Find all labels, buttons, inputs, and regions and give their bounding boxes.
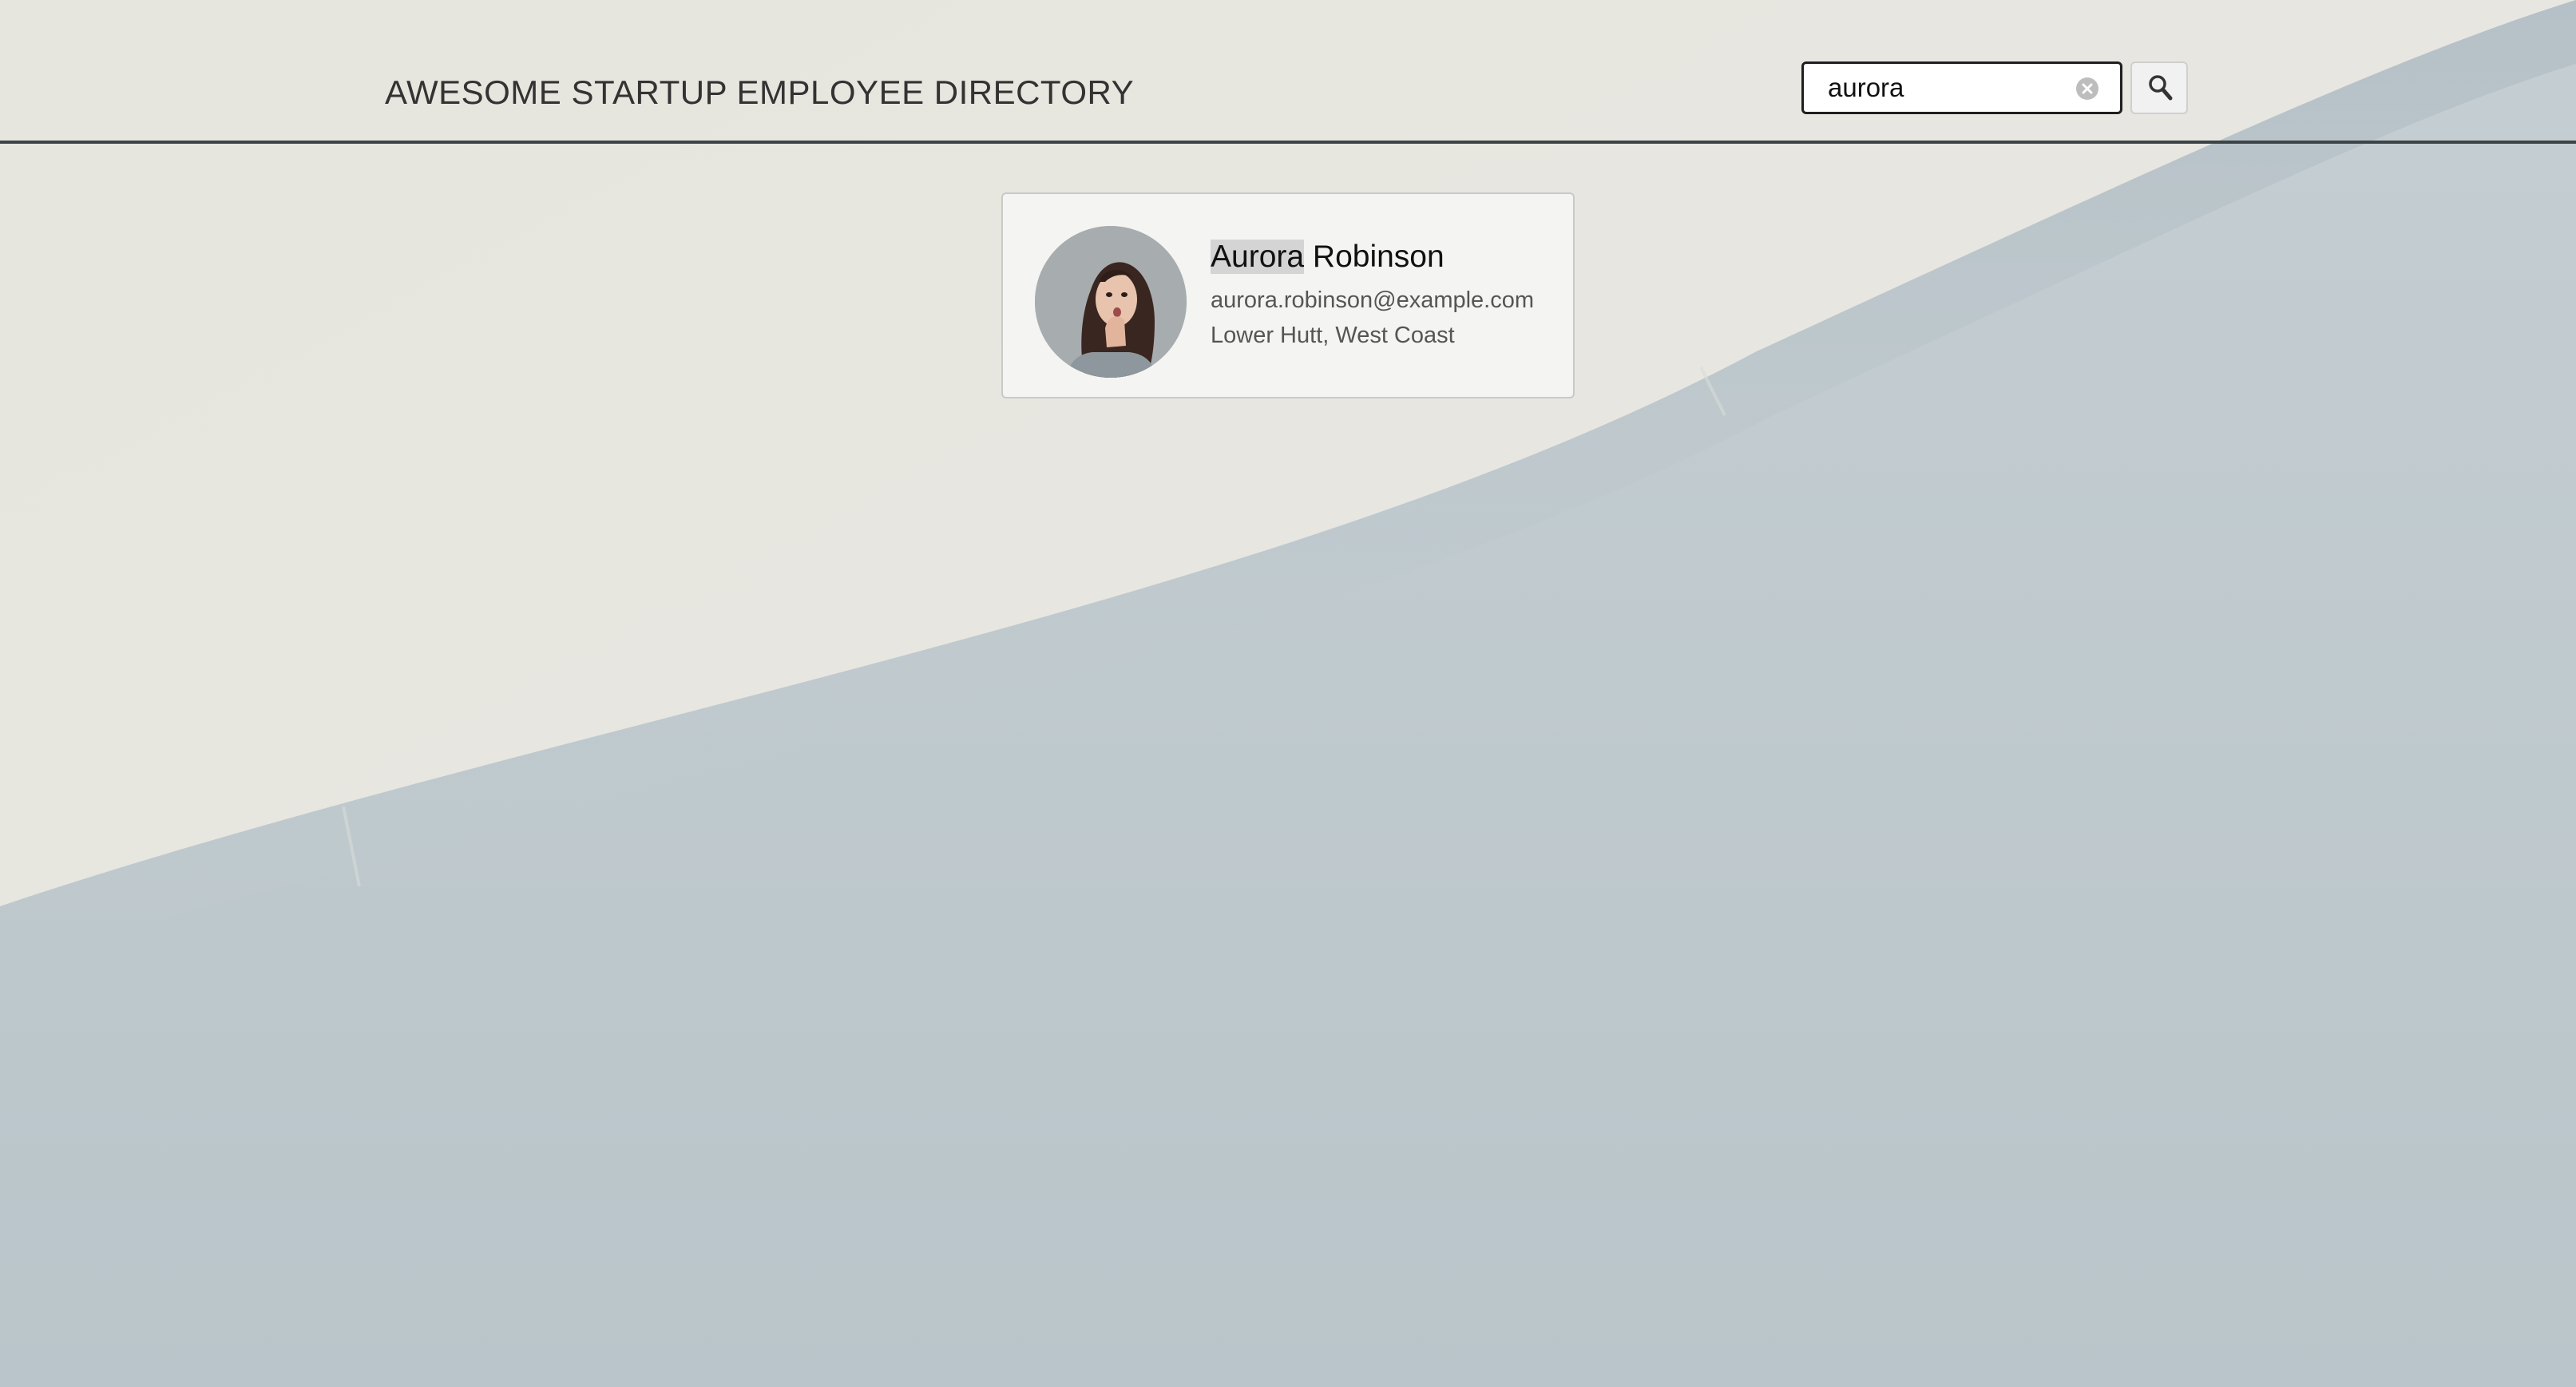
avatar: [1035, 226, 1187, 378]
employee-email: aurora.robinson@example.com: [1211, 287, 1535, 313]
employee-info: Aurora Robinson aurora.robinson@example.…: [1211, 236, 1534, 354]
search-box: [1801, 61, 2122, 114]
clear-circle-icon[interactable]: [2076, 77, 2098, 100]
employee-card[interactable]: Aurora Robinson aurora.robinson@example.…: [1001, 192, 1575, 398]
employee-name-rest: Robinson: [1304, 240, 1445, 274]
employee-name: Aurora Robinson: [1211, 236, 1534, 279]
employee-location: Lower Hutt, West Coast: [1211, 323, 1455, 348]
page-title: AWESOME STARTUP EMPLOYEE DIRECTORY: [385, 73, 1135, 111]
search-highlight: Aurora: [1211, 240, 1305, 274]
search-submit-button[interactable]: [2130, 61, 2188, 114]
search-input[interactable]: [1828, 70, 2067, 105]
header: AWESOME STARTUP EMPLOYEE DIRECTORY: [0, 0, 2576, 144]
